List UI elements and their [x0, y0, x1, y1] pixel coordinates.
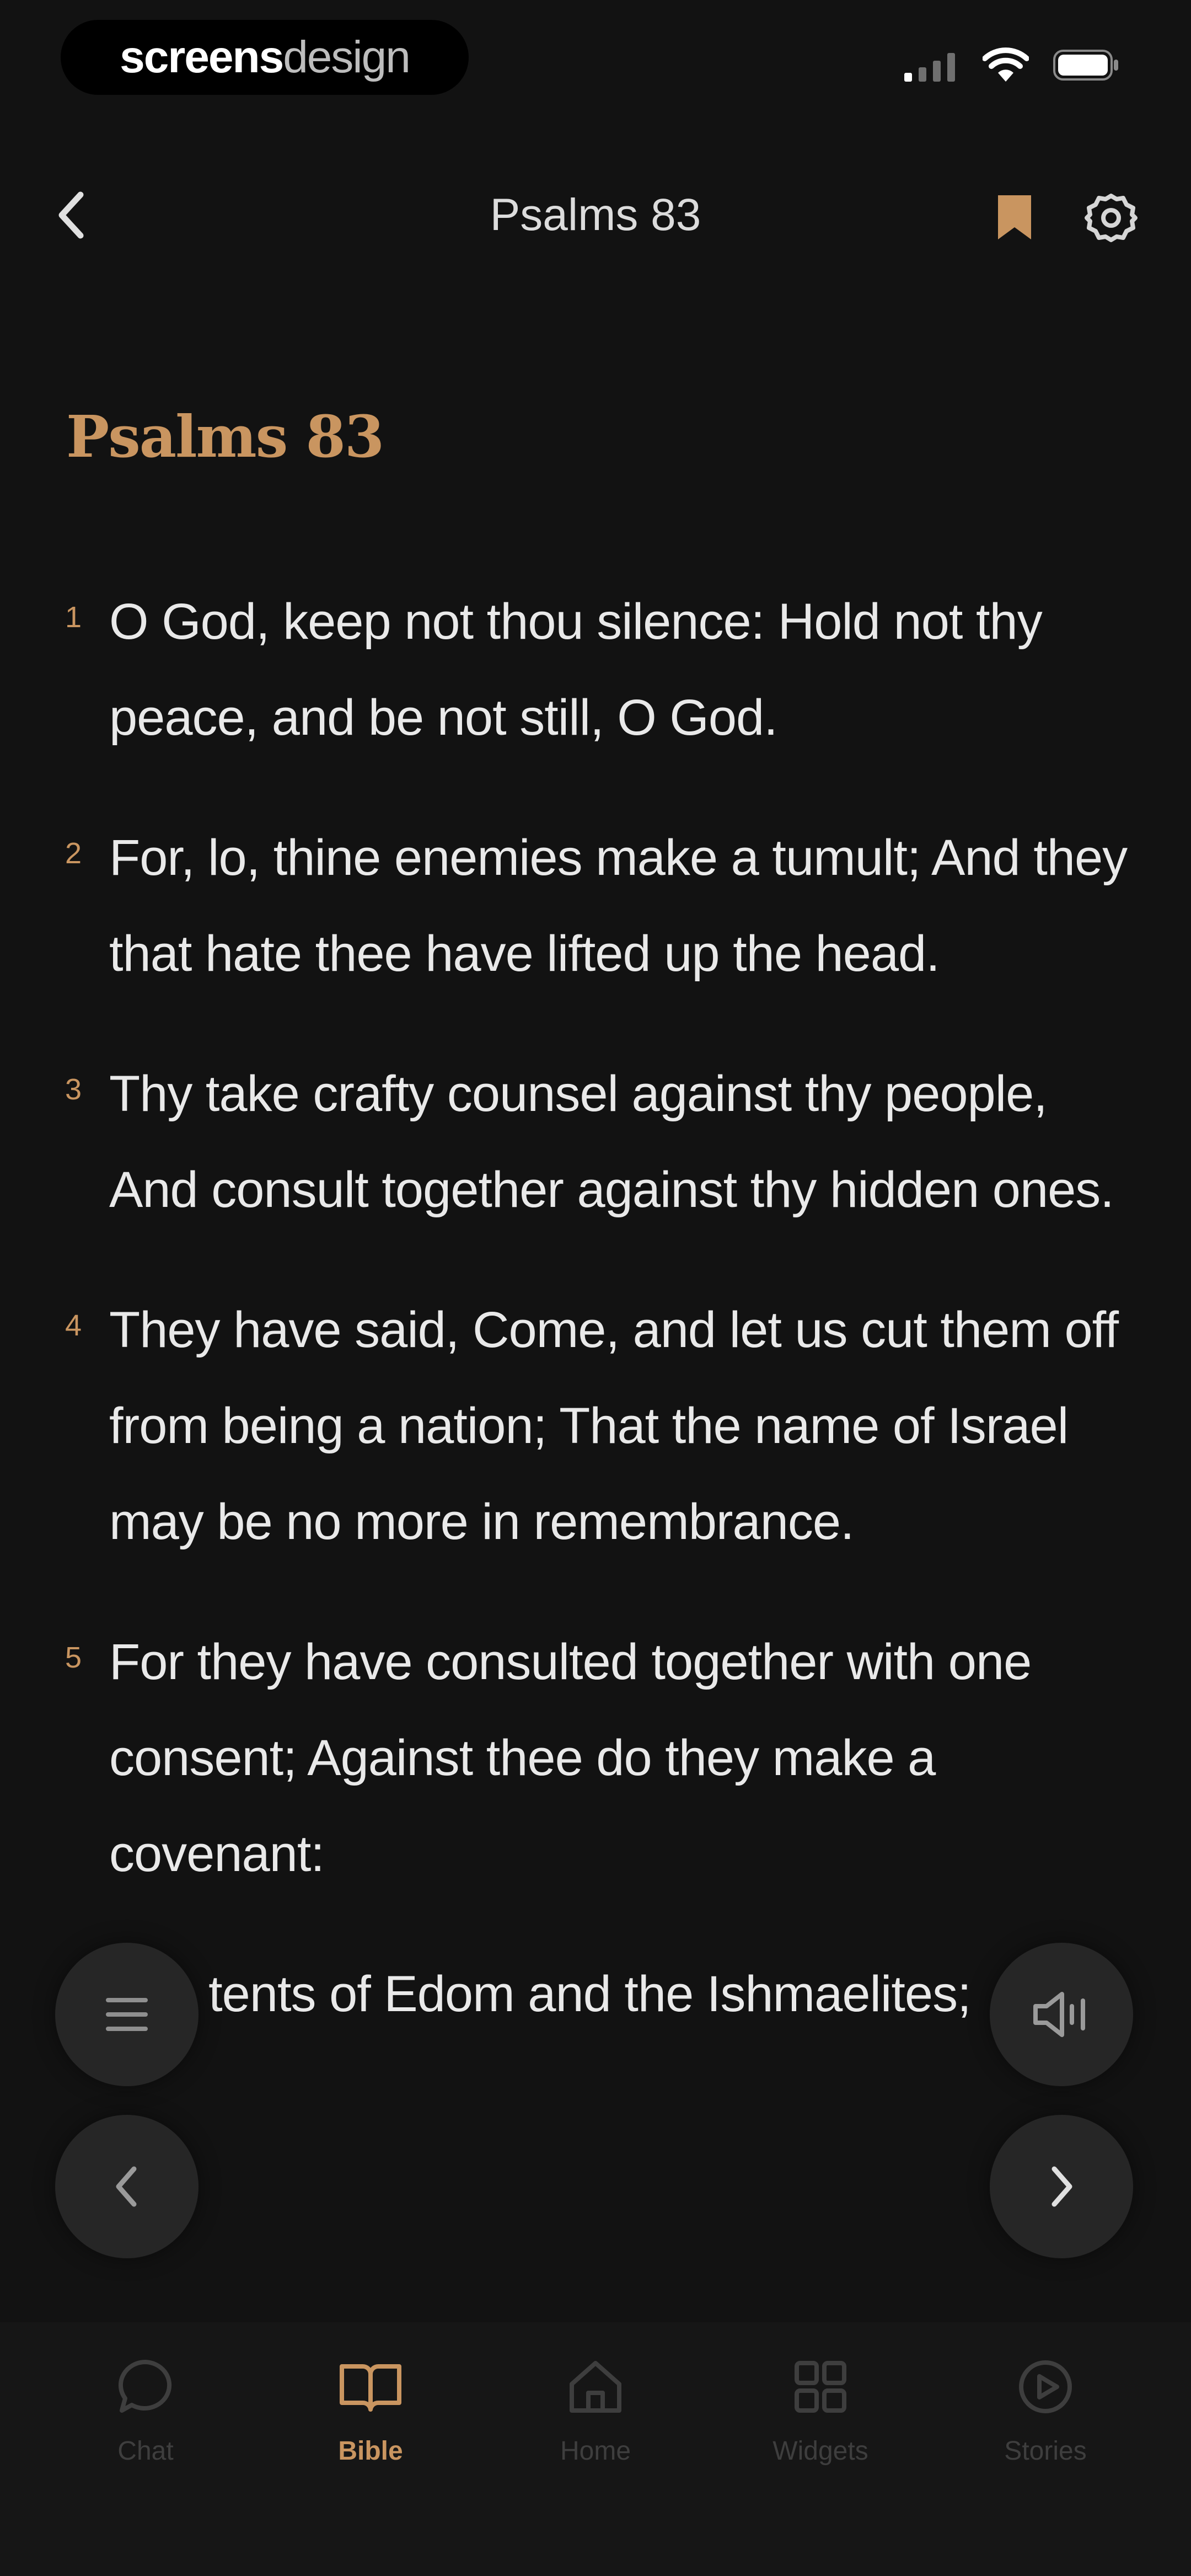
speaker-icon	[1033, 1992, 1085, 2037]
chevron-left-icon	[116, 2166, 137, 2207]
bottom-tab-bar: Chat Bible Home Widgets Stories	[0, 2322, 1191, 2576]
back-button[interactable]	[44, 188, 99, 243]
tab-label: Home	[560, 2436, 631, 2466]
status-bar-icons	[903, 47, 1119, 83]
chat-bubble-icon	[118, 2359, 172, 2413]
wifi-icon	[983, 47, 1029, 82]
tab-home[interactable]: Home	[496, 2322, 695, 2488]
bookmark-icon	[998, 195, 1031, 239]
chapter-heading: Psalms 83	[66, 403, 384, 471]
open-book-icon	[340, 2364, 401, 2412]
verse-number: 2	[65, 837, 82, 870]
cellular-signal-icon	[904, 53, 955, 82]
verse-text: For, lo, thine enemies make a tumult; An…	[109, 830, 1128, 982]
bookmark-button[interactable]	[987, 186, 1042, 247]
screensdesign-watermark: screens design	[61, 20, 469, 95]
chevron-left-icon	[58, 191, 84, 239]
next-chapter-button[interactable]	[990, 2115, 1133, 2258]
previous-chapter-button[interactable]	[55, 2115, 198, 2258]
verse-number: 4	[65, 1309, 82, 1342]
verse-list: 1 O God, keep not thou silence: Hold not…	[61, 574, 1130, 2328]
verse-item[interactable]: 3 Thy take crafty counsel against thy pe…	[61, 1046, 1130, 1238]
menu-list-icon	[106, 1998, 148, 2031]
tab-bible[interactable]: Bible	[271, 2322, 470, 2488]
chevron-right-icon	[1051, 2166, 1072, 2207]
verse-item[interactable]: 2 For, lo, thine enemies make a tumult; …	[61, 810, 1130, 1002]
verse-item[interactable]: 5 For they have consulted together with …	[61, 1614, 1130, 1902]
tab-label: Bible	[338, 2436, 403, 2466]
verse-text: The tents of Edom and the Ishmaelites;	[109, 1966, 972, 2022]
verse-text: O God, keep not thou silence: Hold not t…	[109, 594, 1043, 746]
settings-button[interactable]	[1081, 188, 1141, 248]
watermark-part1: screens	[120, 32, 284, 82]
tab-label: Chat	[117, 2436, 174, 2466]
chapter-menu-button[interactable]	[55, 1943, 198, 2086]
verse-text: Thy take crafty counsel against thy peop…	[109, 1066, 1114, 1218]
audio-playback-button[interactable]	[990, 1943, 1133, 2086]
verse-number: 5	[65, 1641, 82, 1674]
verse-number: 3	[65, 1073, 82, 1106]
verse-item[interactable]: 1 O God, keep not thou silence: Hold not…	[61, 574, 1130, 766]
play-circle-icon	[1019, 2360, 1072, 2413]
verse-text: They have said, Come, and let us cut the…	[109, 1302, 1119, 1550]
home-icon	[570, 2361, 621, 2413]
tab-widgets[interactable]: Widgets	[721, 2322, 920, 2488]
verse-item[interactable]: 4 They have said, Come, and let us cut t…	[61, 1282, 1130, 1570]
tab-chat[interactable]: Chat	[46, 2322, 245, 2488]
verse-item[interactable]: 6 The tents of Edom and the Ishmaelites;	[61, 1946, 1130, 2042]
tab-label: Stories	[1004, 2436, 1087, 2466]
verse-number: 1	[65, 601, 82, 634]
gear-icon	[1085, 194, 1138, 242]
verse-text: For they have consulted together with on…	[109, 1634, 1032, 1882]
battery-icon	[1053, 50, 1118, 81]
navigation-bar: Psalms 83	[0, 165, 1191, 265]
watermark-part2: design	[283, 32, 411, 82]
widgets-grid-icon	[795, 2361, 846, 2413]
tab-stories[interactable]: Stories	[946, 2322, 1145, 2488]
tab-label: Widgets	[772, 2436, 868, 2466]
